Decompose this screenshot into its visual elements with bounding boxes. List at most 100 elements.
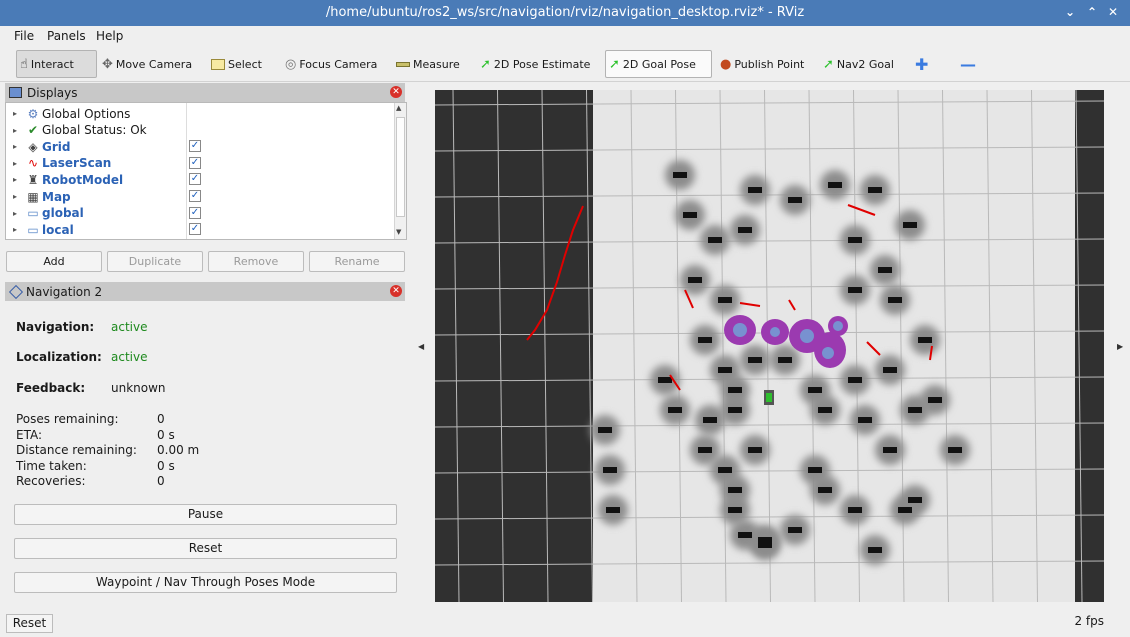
interact-tool[interactable]: ☝ Interact (16, 50, 97, 78)
scroll-down-icon[interactable]: ▼ (396, 228, 401, 236)
focus-camera-tool[interactable]: ◎ Focus Camera (282, 50, 380, 78)
scrollbar[interactable]: ▲ ▼ (394, 103, 406, 239)
display-item[interactable]: ▸ ∿ LaserScan (6, 155, 186, 172)
duplicate-display-button[interactable]: Duplicate (107, 251, 203, 272)
remove-display-button[interactable]: Remove (208, 251, 304, 272)
map-icon: ▦ (27, 189, 39, 204)
expand-arrow-icon[interactable]: ▸ (6, 126, 24, 135)
rename-display-button[interactable]: Rename (309, 251, 405, 272)
expand-arrow-icon[interactable]: ▸ (6, 192, 24, 201)
hand-icon: ☝ (20, 56, 28, 72)
obstacle-cell (808, 387, 822, 393)
select-tool[interactable]: Select (208, 50, 265, 78)
obstacle-cell (728, 407, 742, 413)
display-enabled-checkbox[interactable]: ✓ (189, 223, 201, 236)
displays-title: Displays (27, 85, 78, 100)
measure-tool[interactable]: Measure (393, 50, 463, 78)
close-panel-icon[interactable]: ✕ (390, 285, 402, 297)
obstacle-cell (668, 407, 682, 413)
collapse-right-icon[interactable]: ▶ (1117, 342, 1123, 351)
display-item[interactable]: ▸ ♜ RobotModel (6, 171, 186, 188)
tree-column-divider (186, 103, 187, 239)
expand-arrow-icon[interactable]: ▸ (6, 225, 24, 234)
display-item-label: RobotModel (42, 172, 124, 187)
display-enabled-checkbox[interactable]: ✓ (189, 206, 201, 219)
close-icon[interactable]: ✕ (1108, 5, 1118, 19)
close-panel-icon[interactable]: ✕ (390, 86, 402, 98)
folder-icon: ▭ (27, 222, 39, 237)
display-item[interactable]: ▸ ▭ local (6, 221, 186, 238)
obstacle-cell (858, 417, 872, 423)
obstacle-cell (748, 187, 762, 193)
obstacle-cell (673, 172, 687, 178)
publish-point-tool[interactable]: ● Publish Point (717, 50, 807, 78)
poses-remaining-label: Poses remaining: (16, 412, 119, 426)
obstacle-cell (868, 187, 882, 193)
nav2-goal-label: Nav2 Goal (836, 57, 894, 71)
obstacle-cell (848, 237, 862, 243)
obstacle-cell (883, 367, 897, 373)
goal-pose-label: 2D Goal Pose (622, 57, 696, 71)
minimize-icon[interactable]: ⌄ (1065, 5, 1075, 19)
expand-arrow-icon[interactable]: ▸ (6, 159, 24, 168)
display-enabled-checkbox[interactable]: ✓ (189, 156, 201, 169)
menu-panels[interactable]: Panels (47, 29, 86, 43)
collapse-left-icon[interactable]: ◀ (418, 342, 424, 351)
render-viewport[interactable] (435, 90, 1104, 602)
obstacle-cell (848, 287, 862, 293)
unknown-area-left (435, 90, 593, 602)
obstacle-cell (818, 407, 832, 413)
select-icon (211, 58, 225, 70)
move-camera-tool[interactable]: ✥ Move Camera (99, 50, 195, 78)
obstacle-cell (758, 542, 772, 548)
scroll-up-icon[interactable]: ▲ (396, 104, 401, 112)
reset-view-button[interactable]: Reset (6, 614, 53, 633)
scroll-thumb[interactable] (396, 117, 405, 217)
reset-navigation-button[interactable]: Reset (14, 538, 397, 559)
publish-point-label: Publish Point (734, 57, 805, 71)
display-item[interactable]: ▸ ✔ Global Status: Ok (6, 122, 186, 139)
menu-help[interactable]: Help (96, 29, 123, 43)
display-item[interactable]: ▸ ◈ Grid (6, 138, 186, 155)
expand-arrow-icon[interactable]: ▸ (6, 142, 24, 151)
laserscan-icon: ∿ (27, 156, 39, 171)
display-item[interactable]: ▸ ▭ global (6, 205, 186, 222)
waypoint-mode-button[interactable]: Waypoint / Nav Through Poses Mode (14, 572, 397, 593)
distance-remaining-label: Distance remaining: (16, 443, 137, 457)
display-item[interactable]: ▸ ⚙ Global Options (6, 105, 186, 122)
map-canvas[interactable] (435, 90, 1104, 602)
obstacle-cell (883, 447, 897, 453)
checkmark-icon: ✔ (27, 123, 39, 138)
remove-tool-button[interactable]: — (957, 50, 979, 78)
add-display-button[interactable]: Add (6, 251, 102, 272)
pause-button[interactable]: Pause (14, 504, 397, 525)
display-enabled-checkbox[interactable]: ✓ (189, 173, 201, 186)
move-camera-icon: ✥ (102, 56, 113, 72)
obstacle-cell (928, 397, 942, 403)
feedback-status: unknown (111, 381, 166, 395)
goal-pose-tool[interactable]: ➚ 2D Goal Pose (605, 50, 712, 78)
pose-estimate-tool[interactable]: ➚ 2D Pose Estimate (477, 50, 593, 78)
display-enabled-checkbox[interactable]: ✓ (189, 140, 201, 153)
expand-arrow-icon[interactable]: ▸ (6, 209, 24, 218)
add-tool-button[interactable]: ✚ (912, 50, 931, 78)
folder-icon: ▭ (27, 206, 39, 221)
navigation-label: Navigation: (16, 320, 95, 334)
expand-arrow-icon[interactable]: ▸ (6, 109, 24, 118)
display-enabled-checkbox[interactable]: ✓ (189, 190, 201, 202)
focus-camera-icon: ◎ (285, 56, 297, 72)
obstacle-cell (748, 357, 762, 363)
grid-icon: ◈ (28, 139, 38, 154)
obstacle-cell (658, 377, 672, 383)
expand-arrow-icon[interactable]: ▸ (6, 175, 24, 184)
recoveries-value: 0 (157, 474, 165, 488)
menu-file[interactable]: File (14, 29, 34, 43)
green-arrow-icon: ➚ (823, 56, 834, 72)
pose-estimate-label: 2D Pose Estimate (493, 57, 591, 71)
move-camera-label: Move Camera (115, 57, 193, 71)
recoveries-label: Recoveries: (16, 474, 86, 488)
maximize-icon[interactable]: ⌃ (1087, 5, 1097, 19)
status-bar (0, 612, 1130, 637)
nav2-goal-tool[interactable]: ➚ Nav2 Goal (820, 50, 897, 78)
display-item[interactable]: ▸ ▦ Map (6, 188, 186, 205)
